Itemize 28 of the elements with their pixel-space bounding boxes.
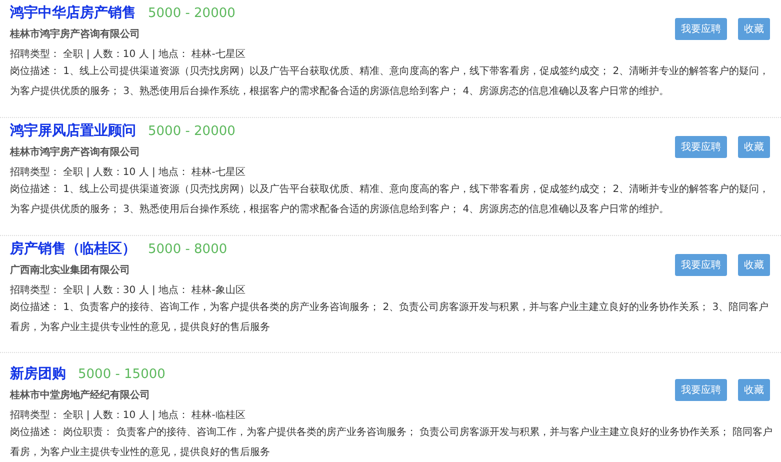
salary: 5000 - 8000 (148, 242, 228, 257)
favorite-button[interactable]: 收藏 (738, 136, 770, 158)
apply-button[interactable]: 我要应聘 (675, 379, 727, 401)
company-name: 桂林市鸿宇房产咨询有限公司 (10, 145, 141, 159)
job-info: 招聘类型： 全职 | 人数：30 人 | 地点： 桂林-象山区 (10, 284, 246, 297)
job-info: 招聘类型： 全职 | 人数：10 人 | 地点： 桂林-七星区 (10, 166, 246, 179)
salary: 5000 - 15000 (78, 367, 166, 382)
apply-button[interactable]: 我要应聘 (675, 136, 727, 158)
favorite-button[interactable]: 收藏 (738, 254, 770, 276)
job-info: 招聘类型： 全职 | 人数：10 人 | 地点： 桂林-七星区 (10, 48, 246, 61)
apply-button[interactable]: 我要应聘 (675, 254, 727, 276)
job-description: 岗位描述： 岗位职责： 负责客户的接待、咨询工作，为客户提供各类的房产业务咨询服务； 负责公司房客源开发与积累，并与客户业主建立良好的业务协作关系； 陪同客户看房，为客户业主提供专业性的意见，提供良好的售后服务 (10, 426, 773, 460)
job-title[interactable]: 鸿宇屏风店置业顾问 (10, 122, 136, 140)
favorite-button[interactable]: 收藏 (738, 379, 770, 401)
job-description: 岗位描述： 1、线上公司提供渠道资源（贝壳找房网）以及广告平台获取优质、精准、意向度高的客户，线下带客看房，促成签约成交； 2、清晰并专业的解答客户的疑问，为客户提供优质的服务； 3、熟悉使用后台操作系统，根据客户的需求配备合适的房源信息给到客户； 4、房源房态的信息准确以及客户日常的维护。 (10, 182, 770, 217)
favorite-button[interactable]: 收藏 (738, 18, 770, 40)
company-name: 桂林市鸿宇房产咨询有限公司 (10, 27, 141, 41)
company-name: 桂林市中堂房地产经纪有限公司 (10, 388, 151, 402)
company-name: 广西南北实业集团有限公司 (10, 263, 131, 277)
apply-button[interactable]: 我要应聘 (675, 18, 727, 40)
salary: 5000 - 20000 (148, 6, 236, 21)
job-description: 岗位描述： 1、负责客户的接待、咨询工作，为客户提供各类的房产业务咨询服务； 2、负责公司房客源开发与积累，并与客户业主建立良好的业务协作关系； 3、陪同客户看房，为客户业主提供专业性的意见，提供良好的售后服务 (10, 300, 770, 335)
job-description: 岗位描述： 1、线上公司提供渠道资源（贝壳找房网）以及广告平台获取优质、精准、意向度高的客户，线下带客看房，促成签约成交； 2、清晰并专业的解答客户的疑问，为客户提供优质的服务； 3、熟悉使用后台操作系统，根据客户的需求配备合适的房源信息给到客户； 4、房源房态的信息准确以及客户日常的维护。 (10, 64, 770, 99)
job-info: 招聘类型： 全职 | 人数：10 人 | 地点： 桂林-临桂区 (10, 408, 246, 422)
job-title[interactable]: 房产销售（临桂区） (10, 240, 136, 258)
job-title[interactable]: 鸿宇中华店房产销售 (10, 4, 136, 22)
job-title[interactable]: 新房团购 (10, 365, 66, 383)
salary: 5000 - 20000 (148, 124, 236, 139)
